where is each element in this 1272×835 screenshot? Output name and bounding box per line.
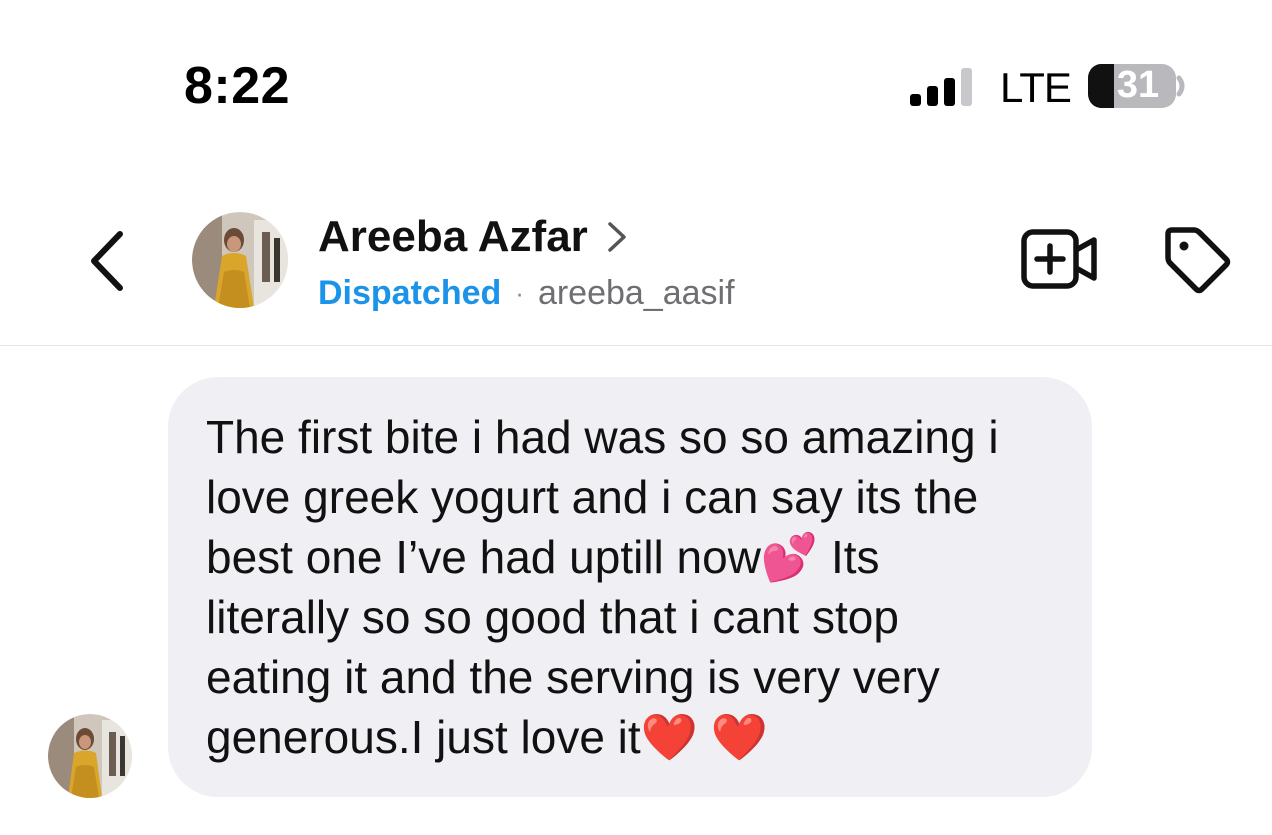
message-bubble[interactable]: The first bite i had was so so amazing i… [168,377,1092,797]
contact-subtitle: Dispatched · areeba_aasif [318,274,735,313]
status-bar: 8:22 LTE 31 [0,0,1272,150]
order-status-label[interactable]: Dispatched [318,274,501,313]
separator-dot: · [515,278,524,308]
contact-username: areeba_aasif [537,274,735,312]
message-text: The first bite i had was so so amazing i… [206,411,999,763]
contact-name: Areeba Azfar [318,212,588,261]
sender-avatar[interactable] [48,714,132,798]
back-chevron-icon[interactable] [82,228,134,294]
tag-icon[interactable] [1160,224,1232,296]
avatar[interactable] [192,212,288,308]
battery-level: 31 [1116,64,1160,106]
contact-name-link[interactable]: Areeba Azfar [318,212,628,262]
status-time: 8:22 [184,57,291,115]
chevron-right-icon [608,222,626,252]
video-call-plus-icon[interactable] [1020,228,1098,290]
chat-header: Areeba Azfar Dispatched · areeba_aasif [0,190,1272,346]
network-label: LTE [1000,64,1072,111]
cellular-signal-icon [910,68,972,106]
